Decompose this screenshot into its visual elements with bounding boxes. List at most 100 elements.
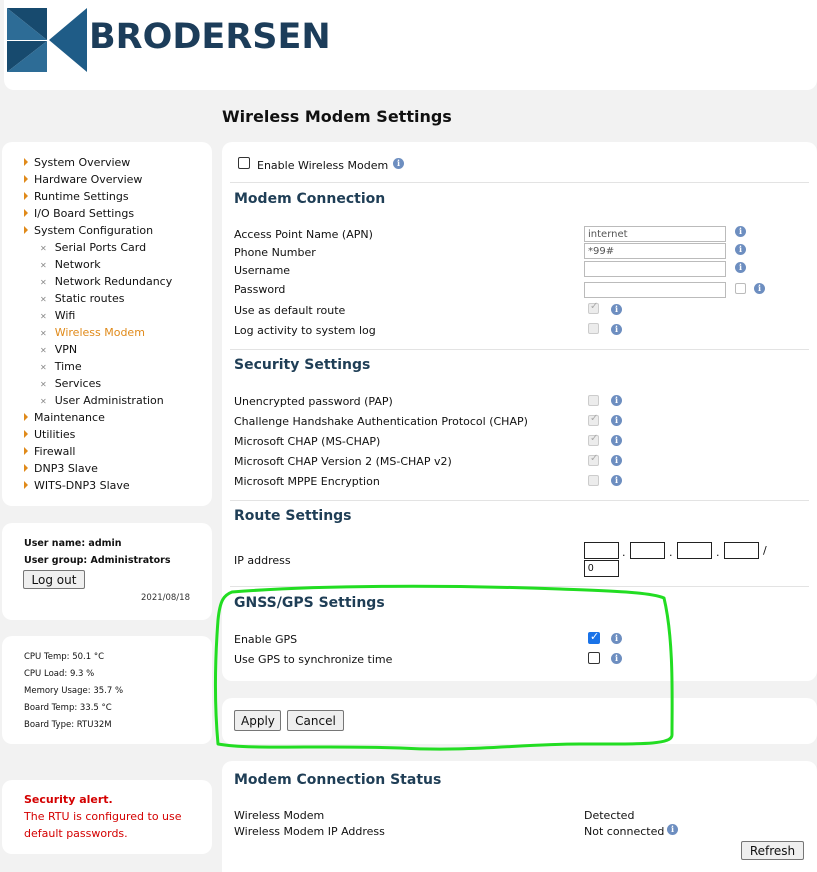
user-date: 2021/08/18 [141,593,190,603]
nav-sub-services[interactable]: ✕ Services [40,377,101,390]
board-temp: Board Temp: 33.5 °C [24,703,112,713]
phone-number-input[interactable] [584,243,726,259]
ip-dot: . [622,546,626,559]
info-icon[interactable]: i [393,158,404,169]
nav-item-runtime-settings[interactable]: Runtime Settings [24,190,129,203]
nav-sub-serial-ports-card[interactable]: ✕ Serial Ports Card [40,241,146,254]
nav-item-dnp3-slave[interactable]: DNP3 Slave [24,462,98,475]
caret-right-icon [24,413,28,421]
enable-gps-checkbox[interactable] [588,630,600,644]
caret-right-icon [24,158,28,166]
nav-item-io-board-settings[interactable]: I/O Board Settings [24,207,134,220]
nav-item-utilities[interactable]: Utilities [24,428,75,441]
caret-right-icon [24,481,28,489]
header-bar: BRODERSEN [4,0,817,90]
nav-sub-label: Wireless Modem [54,326,145,339]
mppe-label: Microsoft MPPE Encryption [234,475,380,488]
nav-sub-label: Serial Ports Card [54,241,147,254]
board-type: Board Type: RTU32M [24,720,112,730]
enable-wireless-modem-checkbox[interactable] [238,157,250,169]
nav-sub-vpn[interactable]: ✕ VPN [40,343,77,356]
nav-sub-label: Services [54,377,102,390]
nav-sub-wifi[interactable]: ✕ Wifi [40,309,75,322]
mschap-v2-label: Microsoft CHAP Version 2 (MS-CHAP v2) [234,455,452,468]
ip-octet-3-input[interactable] [677,542,712,559]
user-name: User name: admin [24,538,122,549]
alert-line-1: The RTU is configured to use [24,810,182,823]
bullet-x-icon: ✕ [40,363,47,372]
chap-checkbox[interactable] [588,413,599,426]
modem-ip-value: Not connected [584,825,665,838]
nav-sub-label: VPN [54,343,78,356]
route-settings-title: Route Settings [234,508,352,524]
username-input[interactable] [584,261,726,277]
nav-item-system-configuration[interactable]: System Configuration [24,224,153,237]
info-icon[interactable]: i [611,395,622,406]
log-activity-checkbox[interactable] [588,323,599,334]
nav-item-system-overview[interactable]: System Overview [24,156,130,169]
nav-sub-network-redundancy[interactable]: ✕ Network Redundancy [40,275,172,288]
nav-item-label: Hardware Overview [34,173,143,186]
apn-input[interactable] [584,226,726,242]
info-icon[interactable]: i [754,283,765,294]
apply-button[interactable]: Apply [234,710,281,731]
info-icon[interactable]: i [611,475,622,486]
logout-button[interactable]: Log out [23,570,85,589]
nav-item-label: I/O Board Settings [34,207,135,220]
default-route-checkbox[interactable] [588,301,599,314]
nav-item-label: System Overview [34,156,131,169]
nav-item-label: Maintenance [34,411,105,424]
info-icon[interactable]: i [611,455,622,466]
pap-checkbox[interactable] [588,395,599,406]
mschap-checkbox[interactable] [588,433,599,446]
nav-sub-network[interactable]: ✕ Network [40,258,101,271]
nav-sub-label: Network Redundancy [54,275,173,288]
nav-item-maintenance[interactable]: Maintenance [24,411,105,424]
nav-sub-static-routes[interactable]: ✕ Static routes [40,292,124,305]
ip-prefix-input[interactable] [584,560,619,577]
alert-title: Security alert. [24,793,113,806]
info-icon[interactable]: i [611,304,622,315]
ip-octet-1-input[interactable] [584,542,619,559]
nav-sub-wireless-modem[interactable]: ✕ Wireless Modem [40,326,145,339]
info-icon[interactable]: i [611,633,622,644]
nav-item-hardware-overview[interactable]: Hardware Overview [24,173,142,186]
nav-item-wits-dnp3-slave[interactable]: WITS-DNP3 Slave [24,479,130,492]
enable-gps-label: Enable GPS [234,633,298,646]
info-icon[interactable]: i [611,653,622,664]
nav-sub-label: Time [54,360,82,373]
alert-line-2: default passwords. [24,827,128,840]
form-actions: Apply Cancel [222,698,817,744]
bullet-x-icon: ✕ [40,380,47,389]
info-icon[interactable]: i [735,244,746,255]
bullet-x-icon: ✕ [40,329,47,338]
nav-sub-time[interactable]: ✕ Time [40,360,82,373]
info-icon[interactable]: i [611,324,622,335]
nav-sub-user-administration[interactable]: ✕ User Administration [40,394,164,407]
mschap-v2-checkbox[interactable] [588,453,599,466]
security-alert-panel: Security alert. The RTU is configured to… [2,780,212,854]
cancel-button[interactable]: Cancel [287,710,344,731]
nav-item-firewall[interactable]: Firewall [24,445,75,458]
modem-status-title: Modem Connection Status [234,772,442,788]
nav-sub-label: Network [54,258,101,271]
gps-sync-time-checkbox[interactable] [588,652,600,664]
bullet-x-icon: ✕ [40,295,47,304]
refresh-button[interactable]: Refresh [741,841,804,860]
caret-right-icon [24,175,28,183]
password-input[interactable] [584,282,726,298]
show-password-checkbox[interactable] [735,283,746,294]
log-activity-label: Log activity to system log [234,324,376,337]
info-icon[interactable]: i [611,435,622,446]
ip-dot: . [716,546,720,559]
caret-right-icon [24,464,28,472]
modem-status-panel: Modem Connection Status Wireless Modem D… [222,761,817,872]
ip-octet-2-input[interactable] [630,542,665,559]
info-icon[interactable]: i [611,415,622,426]
user-panel: User name: admin User group: Administrat… [2,523,212,620]
info-icon[interactable]: i [667,824,678,835]
info-icon[interactable]: i [735,226,746,237]
info-icon[interactable]: i [735,262,746,273]
mppe-checkbox[interactable] [588,475,599,486]
ip-octet-4-input[interactable] [724,542,759,559]
